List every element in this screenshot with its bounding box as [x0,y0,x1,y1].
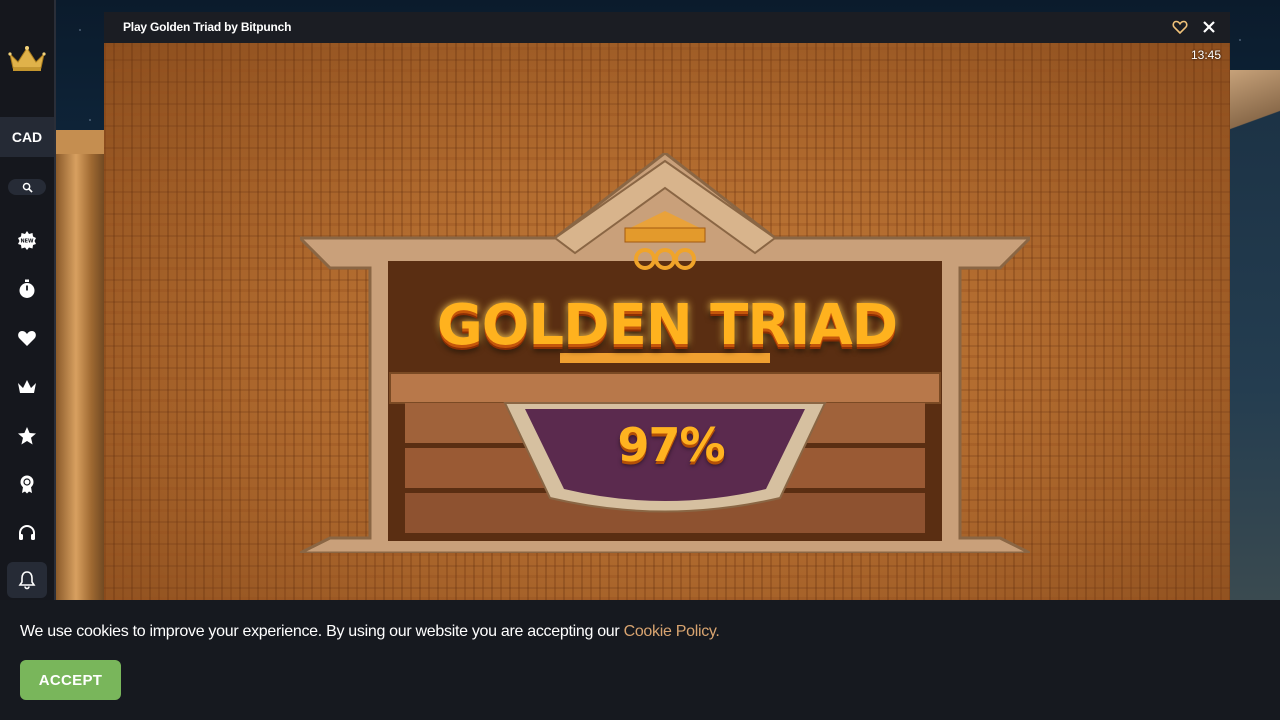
cookie-text: We use cookies to improve your experienc… [20,623,624,640]
background-pillar [46,130,116,600]
game-canvas[interactable]: 13:45 GOLDEN TRIAD 97% [104,43,1230,600]
sidebar-item-notifications[interactable] [7,562,47,598]
currency-selector[interactable]: CAD [0,117,54,157]
stopwatch-icon [19,279,35,298]
favorite-button[interactable] [1172,19,1188,35]
game-titlebar: Play Golden Triad by Bitpunch [104,12,1230,43]
cookie-banner: We use cookies to improve your experienc… [0,600,1280,720]
close-button[interactable] [1201,19,1217,35]
close-icon [1203,21,1215,33]
new-badge-icon: NEW [18,231,36,250]
sidebar-item-recent[interactable] [7,271,47,307]
game-logo-text: GOLDEN TRIAD [436,293,898,358]
sidebar-item-support[interactable] [7,515,47,551]
game-window: Play Golden Triad by Bitpunch 13:45 GOLD… [104,12,1230,600]
sidebar-item-new[interactable]: NEW [7,222,47,258]
trophy-icon [20,475,34,494]
sidebar-item-favorites[interactable] [7,320,47,356]
rtp-value: 97% [617,418,725,472]
heart-outline-icon [1172,20,1188,35]
crown-logo-icon[interactable] [8,44,46,72]
search-icon [22,182,33,193]
sidebar-item-featured[interactable] [7,418,47,454]
background-rooftop [1228,70,1280,600]
cookie-policy-link[interactable]: Cookie Policy. [624,623,720,640]
star-icon [18,427,36,445]
heart-icon [18,331,36,346]
accept-cookies-button[interactable]: ACCEPT [20,660,121,700]
search-button[interactable] [8,179,46,195]
crown-icon [18,380,36,393]
game-clock: 13:45 [1190,48,1221,62]
sidebar-item-vip[interactable] [7,369,47,405]
sidebar: CAD NEW [0,0,56,600]
bell-icon [18,571,36,590]
headset-icon [19,525,35,540]
svg-text:NEW: NEW [20,239,34,245]
sidebar-item-tournaments[interactable] [7,466,47,502]
game-title: Play Golden Triad by Bitpunch [123,20,292,34]
cookie-message: We use cookies to improve your experienc… [20,623,720,641]
